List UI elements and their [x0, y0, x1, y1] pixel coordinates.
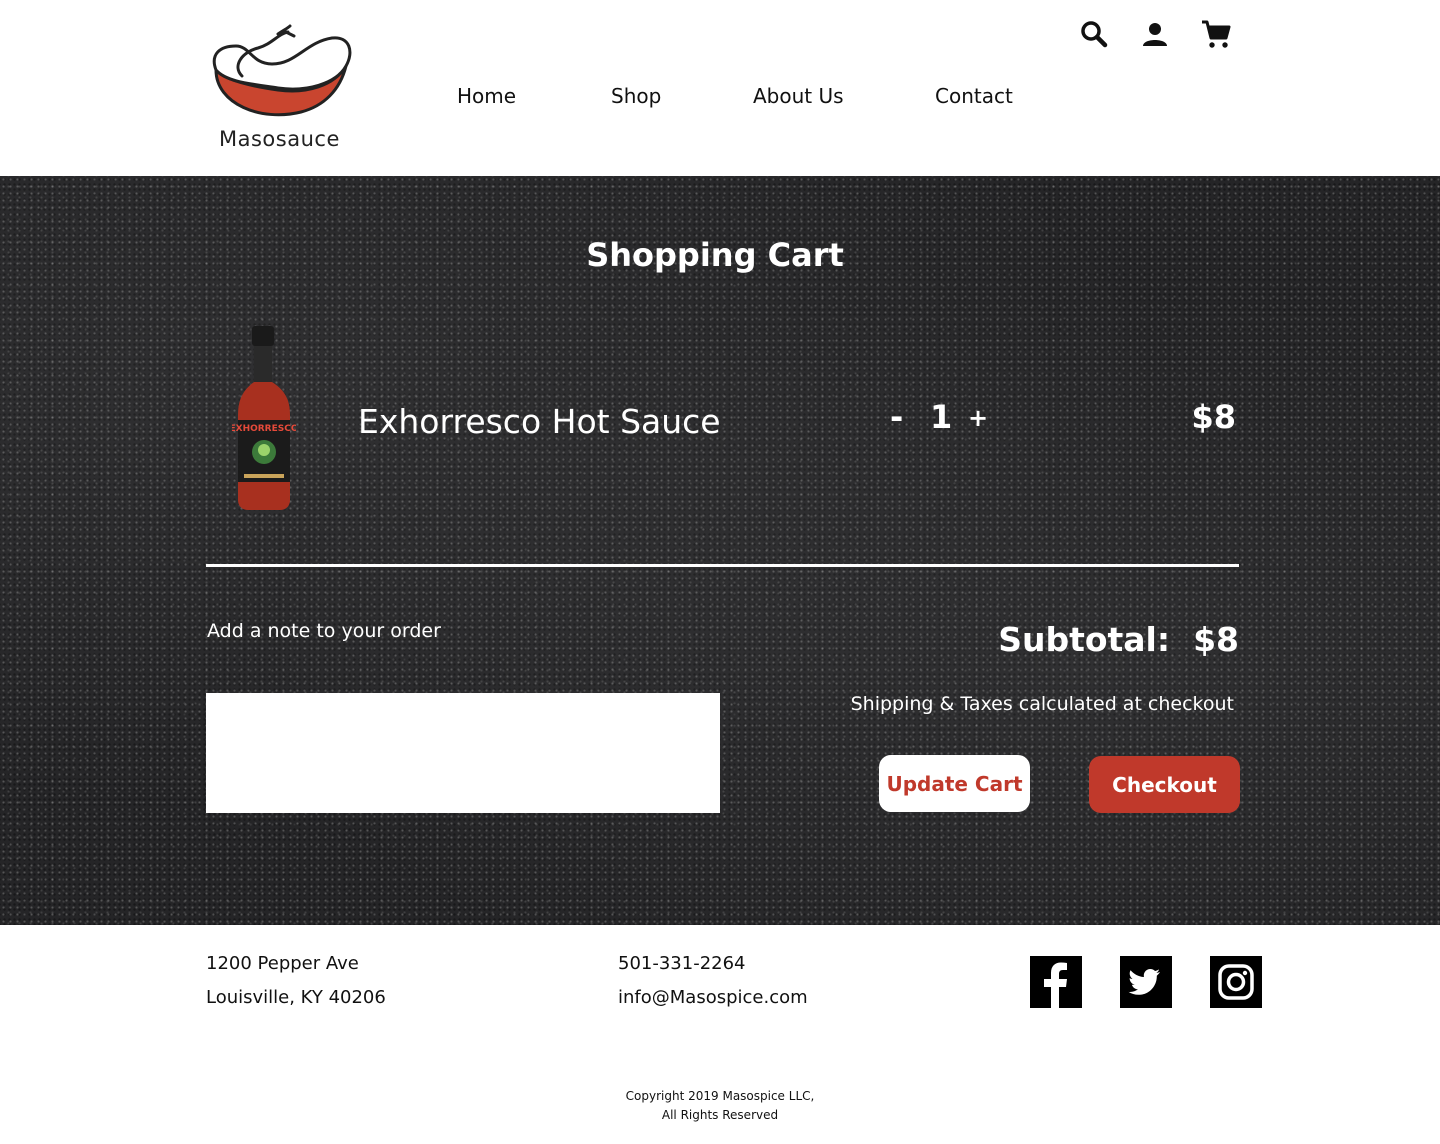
nav-contact[interactable]: Contact	[935, 84, 1013, 108]
quantity-value: 1	[930, 398, 953, 436]
nav-shop[interactable]: Shop	[611, 84, 661, 108]
hot-sauce-bottle-icon: EXHORRESCO	[229, 326, 299, 510]
twitter-icon[interactable]	[1120, 956, 1172, 1008]
search-icon[interactable]	[1078, 18, 1110, 50]
quantity-decrease-button[interactable]: -	[890, 398, 903, 436]
copyright-line-1: Copyright 2019 Masospice LLC,	[625, 1089, 815, 1103]
brand-name: Masosauce	[219, 127, 340, 151]
chili-pepper-logo-icon	[212, 24, 352, 117]
shipping-note: Shipping & Taxes calculated at checkout	[850, 693, 1234, 715]
bottle-label: EXHORRESCO	[232, 424, 296, 434]
copyright: Copyright 2019 Masospice LLC, All Rights…	[0, 1087, 1440, 1125]
site-footer: 1200 Pepper Ave Louisville, KY 40206 501…	[0, 925, 1440, 1144]
update-cart-button[interactable]: Update Cart	[879, 755, 1030, 812]
subtotal-label: Subtotal:	[998, 620, 1171, 659]
checkout-button[interactable]: Checkout	[1089, 756, 1240, 813]
subtotal: Subtotal: $8	[960, 620, 1239, 659]
subtotal-value: $8	[1193, 620, 1239, 659]
cart-icon[interactable]	[1200, 18, 1232, 50]
line-item-price: $8	[1191, 398, 1236, 436]
quantity-increase-button[interactable]: +	[968, 404, 988, 432]
brand-logo[interactable]: Masosauce	[206, 24, 366, 156]
user-icon[interactable]	[1139, 18, 1171, 50]
site-header: Masosauce Home Shop About Us Contact	[0, 0, 1440, 176]
order-note-label: Add a note to your order	[207, 620, 441, 642]
email-link[interactable]: info@Masospice.com	[618, 987, 808, 1008]
cart-section: Shopping Cart EXHORRESCO Exhorresco Hot …	[0, 176, 1440, 925]
facebook-icon[interactable]	[1030, 956, 1082, 1008]
copyright-line-2: All Rights Reserved	[661, 1108, 779, 1122]
nav-about-us[interactable]: About Us	[753, 84, 844, 108]
address-line-2: Louisville, KY 40206	[206, 987, 386, 1008]
product-image: EXHORRESCO	[229, 324, 299, 512]
order-note-input[interactable]	[206, 693, 720, 813]
nav-home[interactable]: Home	[457, 84, 516, 108]
address-line-1: 1200 Pepper Ave	[206, 953, 359, 974]
page-title: Shopping Cart	[586, 236, 844, 274]
cart-divider	[206, 564, 1239, 567]
instagram-icon[interactable]	[1210, 956, 1262, 1008]
product-name[interactable]: Exhorresco Hot Sauce	[358, 402, 721, 441]
phone-number[interactable]: 501-331-2264	[618, 953, 746, 974]
